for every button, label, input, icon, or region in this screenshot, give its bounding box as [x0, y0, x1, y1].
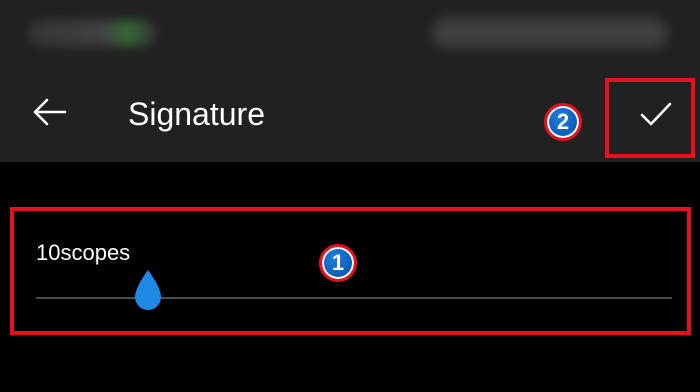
app-bar: Signature [0, 0, 700, 162]
arrow-left-icon [33, 98, 67, 126]
screen: Signature 2 10scopes 1 [0, 0, 700, 392]
back-button[interactable] [26, 92, 72, 132]
page-title: Signature [128, 96, 265, 132]
status-bar-left-blurred [28, 20, 156, 46]
step-1-badge: 1 [319, 244, 357, 282]
confirm-highlight-box [605, 78, 695, 158]
status-bar-right-blurred [432, 18, 668, 48]
step-2-badge: 2 [544, 103, 582, 141]
